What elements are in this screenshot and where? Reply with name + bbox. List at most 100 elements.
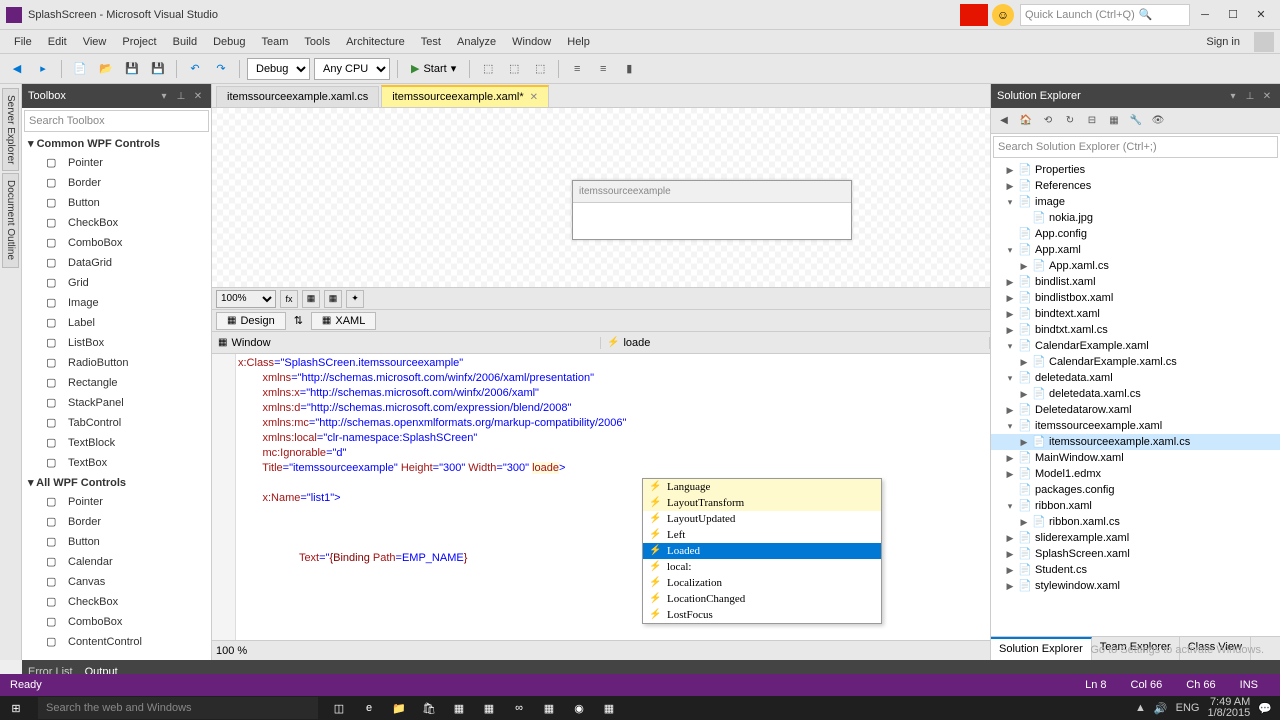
tree-node[interactable]: ▶📄stylewindow.xaml <box>991 578 1280 594</box>
tree-node[interactable]: ▾📄image <box>991 194 1280 210</box>
breadcrumb-right[interactable]: ⚡ loade <box>601 337 990 349</box>
app-icon[interactable]: ▦ <box>594 696 624 720</box>
breadcrumb-left[interactable]: ▦ Window <box>212 337 601 349</box>
snap-icon[interactable]: ▦ <box>324 290 342 308</box>
maximize-button[interactable]: ☐ <box>1220 4 1246 26</box>
toolbox-item[interactable]: ▢Pointer <box>22 153 211 173</box>
tree-node[interactable]: ▶📄bindtxt.xaml.cs <box>991 322 1280 338</box>
se-collapse-icon[interactable]: ⊟ <box>1083 112 1101 130</box>
forward-button[interactable]: ▸ <box>32 58 54 80</box>
sign-in-link[interactable]: Sign in <box>1198 32 1248 52</box>
toolbox-item[interactable]: ▢TextBox <box>22 453 211 473</box>
tree-node[interactable]: ▶📄Deletedatarow.xaml <box>991 402 1280 418</box>
tree-node[interactable]: ▶📄References <box>991 178 1280 194</box>
panel-pin-icon[interactable]: ⊥ <box>1243 89 1257 103</box>
menu-team[interactable]: Team <box>254 32 297 52</box>
xaml-code-editor[interactable]: x:Class="SplashSCreen.itemssourceexample… <box>212 354 990 640</box>
menu-help[interactable]: Help <box>559 32 598 52</box>
toolbar-btn-4[interactable]: ≡ <box>566 58 588 80</box>
snap2-icon[interactable]: ✦ <box>346 290 364 308</box>
panel-dropdown-icon[interactable]: ▾ <box>157 89 171 103</box>
toolbox-item[interactable]: ▢DataGrid <box>22 253 211 273</box>
tree-node[interactable]: ▾📄CalendarExample.xaml <box>991 338 1280 354</box>
panel-dropdown-icon[interactable]: ▾ <box>1226 89 1240 103</box>
solution-tree[interactable]: ▶📄Properties▶📄References▾📄image📄nokia.jp… <box>991 160 1280 636</box>
intellisense-item[interactable]: ⚡LostFocus <box>643 607 881 623</box>
menu-edit[interactable]: Edit <box>40 32 75 52</box>
xaml-tab[interactable]: ▦ XAML <box>311 312 376 330</box>
design-tab[interactable]: ▦ Design <box>216 312 286 330</box>
redo-button[interactable]: ↷ <box>210 58 232 80</box>
menu-build[interactable]: Build <box>165 32 205 52</box>
toolbox-item[interactable]: ▢Border <box>22 512 211 532</box>
toolbox-item[interactable]: ▢ComboBox <box>22 233 211 253</box>
intellisense-item[interactable]: ⚡LocationChanged <box>643 591 881 607</box>
se-refresh-icon[interactable]: ↻ <box>1061 112 1079 130</box>
new-project-button[interactable]: 📄 <box>69 58 91 80</box>
toolbox-item[interactable]: ▢StackPanel <box>22 393 211 413</box>
start-button[interactable]: ⊞ <box>0 696 32 720</box>
tree-node[interactable]: ▶📄Model1.edmx <box>991 466 1280 482</box>
zoom-select[interactable]: 100% <box>216 290 276 308</box>
design-preview-window[interactable]: itemssourceexample <box>572 180 852 240</box>
toolbox-item[interactable]: ▢CheckBox <box>22 592 211 612</box>
store-icon[interactable]: 🛍 <box>414 696 444 720</box>
save-all-button[interactable]: 💾 <box>147 58 169 80</box>
tree-node[interactable]: ▶📄itemssourceexample.xaml.cs <box>991 434 1280 450</box>
tree-node[interactable]: ▶📄MainWindow.xaml <box>991 450 1280 466</box>
se-preview-icon[interactable]: 👁 <box>1149 112 1167 130</box>
tree-node[interactable]: ▾📄App.xaml <box>991 242 1280 258</box>
intellisense-item[interactable]: ⚡local: <box>643 559 881 575</box>
tree-node[interactable]: 📄nokia.jpg <box>991 210 1280 226</box>
toolbar-btn-2[interactable]: ⬚ <box>503 58 525 80</box>
toolbox-item[interactable]: ▢Button <box>22 532 211 552</box>
feedback-icon[interactable]: ☺ <box>992 4 1014 26</box>
toolbox-item[interactable]: ▢ListBox <box>22 333 211 353</box>
fx-icon[interactable]: fx <box>280 290 298 308</box>
save-button[interactable]: 💾 <box>121 58 143 80</box>
se-back-icon[interactable]: ◀ <box>995 112 1013 130</box>
intellisense-item[interactable]: ⚡Language <box>643 479 881 495</box>
intellisense-item[interactable]: ⚡Left <box>643 527 881 543</box>
tree-node[interactable]: ▶📄bindlist.xaml <box>991 274 1280 290</box>
toolbox-group[interactable]: ▾ All WPF Controls <box>22 473 211 492</box>
doc-tab-cs[interactable]: itemssourceexample.xaml.cs <box>216 86 379 107</box>
tree-node[interactable]: ▶📄bindtext.xaml <box>991 306 1280 322</box>
config-select[interactable]: Debug <box>247 58 310 80</box>
toolbox-item[interactable]: ▢TabControl <box>22 413 211 433</box>
document-outline-tab[interactable]: Document Outline <box>2 173 19 267</box>
toolbar-btn-6[interactable]: ▮ <box>618 58 640 80</box>
toolbox-item[interactable]: ▢Grid <box>22 273 211 293</box>
toolbox-item[interactable]: ▢Rectangle <box>22 373 211 393</box>
menu-test[interactable]: Test <box>413 32 449 52</box>
quick-launch-input[interactable]: Quick Launch (Ctrl+Q)🔍 <box>1020 4 1190 26</box>
start-button[interactable]: ▶Start▾ <box>405 58 462 80</box>
close-icon[interactable]: ✕ <box>530 92 538 103</box>
tree-node[interactable]: ▶📄bindlistbox.xaml <box>991 290 1280 306</box>
system-tray[interactable]: ▲🔊ENG 7:49 AM1/8/2015 💬 <box>1135 697 1280 719</box>
app-icon[interactable]: ▦ <box>444 696 474 720</box>
undo-button[interactable]: ↶ <box>184 58 206 80</box>
close-button[interactable]: ✕ <box>1248 4 1274 26</box>
toolbar-btn-1[interactable]: ⬚ <box>477 58 499 80</box>
tree-node[interactable]: ▶📄ribbon.xaml.cs <box>991 514 1280 530</box>
swap-panes-button[interactable]: ⇅ <box>288 312 309 329</box>
toolbar-btn-3[interactable]: ⬚ <box>529 58 551 80</box>
menu-file[interactable]: File <box>6 32 40 52</box>
se-tab-solution[interactable]: Solution Explorer <box>991 637 1092 660</box>
intellisense-item[interactable]: ⚡Localization <box>643 575 881 591</box>
toolbox-item[interactable]: ▢Image <box>22 293 211 313</box>
menu-debug[interactable]: Debug <box>205 32 253 52</box>
task-view-icon[interactable]: ◫ <box>324 696 354 720</box>
panel-pin-icon[interactable]: ⊥ <box>174 89 188 103</box>
panel-close-icon[interactable]: ✕ <box>1260 89 1274 103</box>
toolbox-group[interactable]: ▾ Common WPF Controls <box>22 134 211 153</box>
grid-icon[interactable]: ▦ <box>302 290 320 308</box>
toolbox-item[interactable]: ▢TextBlock <box>22 433 211 453</box>
menu-tools[interactable]: Tools <box>296 32 338 52</box>
menu-analyze[interactable]: Analyze <box>449 32 504 52</box>
intellisense-item[interactable]: ⚡LayoutUpdated <box>643 511 881 527</box>
open-button[interactable]: 📂 <box>95 58 117 80</box>
app-icon[interactable]: ▦ <box>474 696 504 720</box>
toolbar-btn-5[interactable]: ≡ <box>592 58 614 80</box>
